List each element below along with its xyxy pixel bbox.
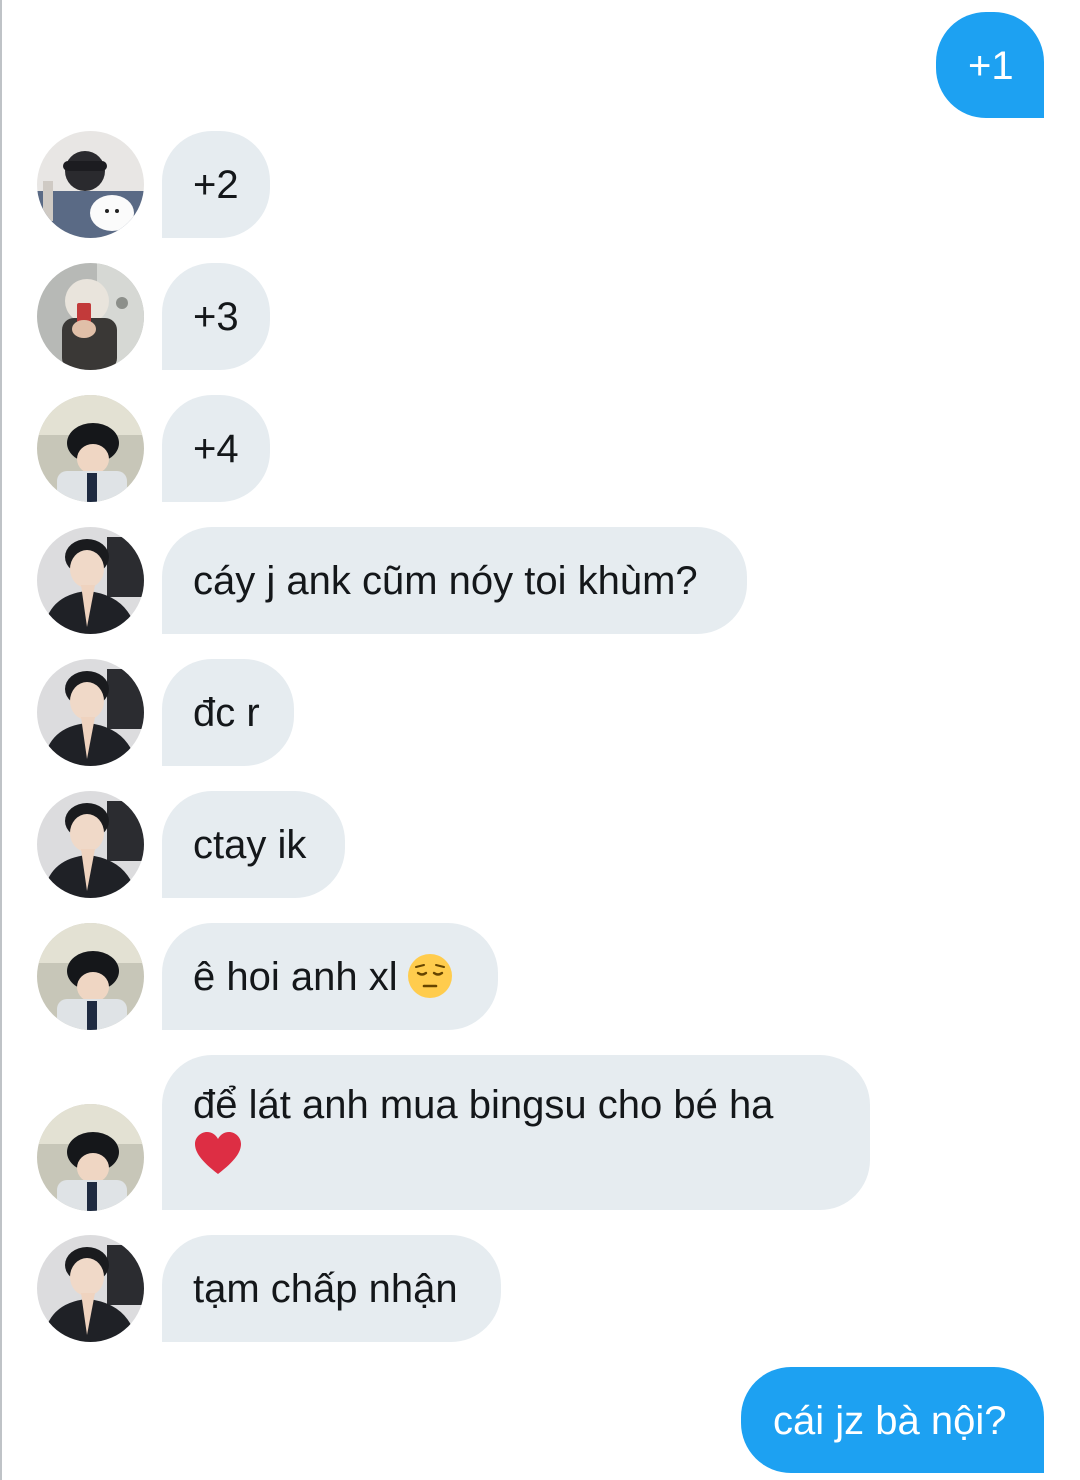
received-message-bubble[interactable]: cáy j ank cũm nóy toi khùm? xyxy=(162,527,747,634)
message-text: tạm chấp nhận xyxy=(193,1267,458,1311)
avatar-user-lying-icon xyxy=(37,1104,144,1211)
received-message-bubble[interactable]: ê hoi anh xl xyxy=(162,923,498,1030)
avatar-user-praying-icon xyxy=(37,1235,144,1342)
message-text: +1 xyxy=(968,44,1014,88)
message-text: đc r xyxy=(193,691,260,735)
avatar[interactable] xyxy=(37,1104,144,1211)
message-text: cáy j ank cũm nóy toi khùm? xyxy=(193,559,698,603)
message-text: cái jz bà nội? xyxy=(773,1399,1007,1443)
received-message-bubble[interactable]: ctay ik xyxy=(162,791,345,898)
avatar-user-praying-icon xyxy=(37,527,144,634)
received-message-bubble[interactable]: đc r xyxy=(162,659,294,766)
message-text: ê hoi anh xl xyxy=(193,955,398,999)
avatar[interactable] xyxy=(37,527,144,634)
avatar-user-praying-icon xyxy=(37,791,144,898)
message-text: để lát anh mua bingsu cho bé ha xyxy=(193,1083,774,1127)
pensive-face-icon xyxy=(407,954,452,998)
received-message-bubble[interactable]: để lát anh mua bingsu cho bé ha xyxy=(162,1055,870,1210)
avatar-user-lying-icon xyxy=(37,395,144,502)
message-thread[interactable]: +1 +2 +3 +4 cáy j ank cũm nóy toi khùm? … xyxy=(0,0,1080,1480)
avatar[interactable] xyxy=(37,131,144,238)
avatar[interactable] xyxy=(37,263,144,370)
avatar[interactable] xyxy=(37,791,144,898)
received-message-bubble[interactable]: +4 xyxy=(162,395,270,502)
message-text: +3 xyxy=(193,295,239,339)
red-heart-icon xyxy=(195,1132,241,1174)
received-message-bubble[interactable]: +2 xyxy=(162,131,270,238)
avatar[interactable] xyxy=(37,923,144,1030)
avatar[interactable] xyxy=(37,395,144,502)
avatar[interactable] xyxy=(37,659,144,766)
sent-message-bubble[interactable]: +1 xyxy=(936,12,1044,118)
avatar-user-praying-icon xyxy=(37,659,144,766)
avatar-user-cap-dog-icon xyxy=(37,131,144,238)
avatar-user-lying-icon xyxy=(37,923,144,1030)
received-message-bubble[interactable]: tạm chấp nhận xyxy=(162,1235,501,1342)
avatar[interactable] xyxy=(37,1235,144,1342)
message-text: ctay ik xyxy=(193,823,307,867)
message-text: +2 xyxy=(193,163,239,207)
received-message-bubble[interactable]: +3 xyxy=(162,263,270,370)
avatar-user-selfie-icon xyxy=(37,263,144,370)
sent-message-bubble[interactable]: cái jz bà nội? xyxy=(741,1367,1044,1473)
message-text: +4 xyxy=(193,427,239,471)
